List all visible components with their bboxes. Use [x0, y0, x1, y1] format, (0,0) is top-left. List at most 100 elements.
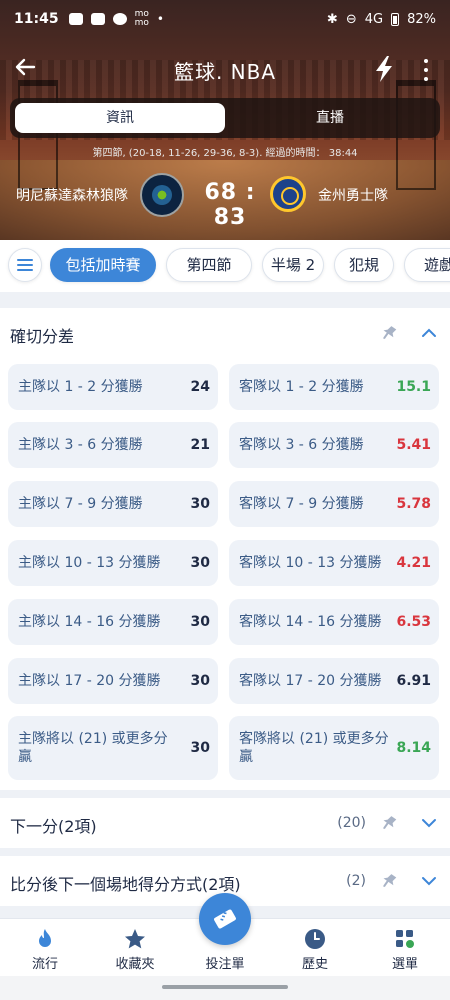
dnd-icon: ⊖: [345, 11, 357, 27]
odds-button[interactable]: 客隊以 10 - 13 分獲勝 4.21: [229, 540, 439, 586]
selection-label: 客隊以 17 - 20 分獲勝: [239, 673, 382, 689]
odds-value: 5.78: [396, 496, 431, 512]
market-title: 比分後下一個場地得分方式(2項): [10, 875, 241, 894]
app-icon: [90, 13, 105, 25]
signal-icon: 4G: [364, 11, 384, 27]
nav-label: 流行: [31, 957, 58, 972]
odds-value: 8.14: [396, 740, 431, 756]
score: 68 : 83: [204, 180, 256, 230]
selection-label: 客隊以 10 - 13 分獲勝: [239, 555, 382, 571]
selection-label: 客隊以 3 - 6 分獲勝: [239, 437, 364, 453]
odds-value: 30: [190, 740, 210, 756]
odds-value: 15.1: [396, 379, 431, 395]
fire-icon: [33, 927, 57, 951]
warriors-logo-icon: [270, 176, 306, 212]
dot-icon: •: [156, 12, 164, 26]
selection-label: 主隊以 7 - 9 分獲勝: [18, 496, 143, 512]
home-team-name: 明尼蘇達森林狼隊: [16, 188, 128, 204]
selection-label: 客隊將以 (21) 或更多分贏: [239, 731, 389, 765]
market-count: (20): [337, 815, 366, 831]
match-period-info: 第四節, (20-18, 11-26, 29-36, 8-3). 經過的時間： …: [92, 148, 358, 159]
nav-popular[interactable]: 流行: [0, 919, 90, 977]
chevron-down-icon[interactable]: [420, 814, 438, 832]
odds-value: 30: [190, 496, 210, 512]
odds-value: 6.53: [396, 614, 431, 630]
selection-label: 主隊以 1 - 2 分獲勝: [18, 379, 143, 395]
odds-button[interactable]: 主隊以 1 - 2 分獲勝 24: [8, 364, 218, 410]
nav-label: 選單: [391, 957, 418, 972]
momo-icon: mo mo: [134, 9, 149, 28]
chevron-down-icon[interactable]: [420, 872, 438, 890]
odds-value: 30: [190, 614, 210, 630]
odds-button[interactable]: 客隊以 7 - 9 分獲勝 5.78: [229, 481, 439, 527]
odds-button[interactable]: 客隊以 14 - 16 分獲勝 6.53: [229, 599, 439, 645]
selection-label: 客隊以 1 - 2 分獲勝: [239, 379, 364, 395]
chevron-up-icon[interactable]: [420, 324, 438, 342]
odds-button[interactable]: 主隊以 3 - 6 分獲勝 21: [8, 422, 218, 468]
circle-icon: [112, 13, 127, 25]
status-bar: 11:45 mo mo • ✱ ⊖ 4G 82%: [0, 0, 450, 38]
ticket-icon: [212, 906, 238, 936]
odds-button[interactable]: 客隊以 3 - 6 分獲勝 5.41: [229, 422, 439, 468]
lightning-icon[interactable]: [370, 54, 398, 84]
away-team-name: 金州勇士隊: [318, 188, 388, 204]
filter-chip-q4[interactable]: 第四節: [166, 248, 252, 282]
odds-value: 5.41: [396, 437, 431, 453]
odds-button[interactable]: 客隊將以 (21) 或更多分贏 8.14: [229, 716, 439, 780]
filter-chip-half2[interactable]: 半場 2: [262, 248, 324, 282]
filter-chip-overtime[interactable]: 包括加時賽: [50, 248, 156, 282]
timberwolves-logo-icon: [140, 173, 184, 217]
clock-icon: [303, 927, 327, 951]
filter-chip-game[interactable]: 遊戲: [404, 248, 450, 282]
system-icons: ✱ ⊖ 4G 82%: [327, 12, 436, 27]
battery-level: 82%: [407, 11, 436, 27]
betslip-fab[interactable]: [199, 893, 251, 945]
market-exact-margin: 確切分差 主隊以 1 - 2 分獲勝 24 客隊以 1 - 2 分獲勝 15.1…: [0, 308, 450, 790]
market-title: 下一分(2項): [10, 817, 97, 836]
status-time: 11:45: [14, 11, 59, 27]
nav-menu[interactable]: 選單: [360, 919, 450, 977]
pin-icon[interactable]: [380, 324, 398, 342]
chat-icon: [68, 13, 83, 25]
odds-value: 6.91: [396, 673, 431, 689]
scoreboard: 明尼蘇達森林狼隊 68 : 83 金州勇士隊: [0, 170, 450, 230]
gesture-bar: [0, 976, 450, 1000]
odds-button[interactable]: 客隊以 17 - 20 分獲勝 6.91: [229, 658, 439, 704]
list-filter-button[interactable]: [8, 248, 42, 282]
pin-icon[interactable]: [380, 872, 398, 890]
pin-icon[interactable]: [380, 814, 398, 832]
battery-icon: [391, 12, 400, 26]
selection-label: 主隊將以 (21) 或更多分贏: [18, 731, 168, 765]
market-filter-bar: 包括加時賽 第四節 半場 2 犯規 遊戲: [0, 240, 450, 292]
odds-value: 4.21: [396, 555, 431, 571]
odds-value: 30: [190, 673, 210, 689]
market-count: (2): [346, 873, 366, 889]
odds-button[interactable]: 主隊以 14 - 16 分獲勝 30: [8, 599, 218, 645]
view-tabs: 資訊 直播: [10, 98, 440, 138]
notification-icons: mo mo •: [68, 9, 164, 28]
bluetooth-icon: ✱: [326, 11, 338, 27]
tab-live[interactable]: 直播: [225, 103, 435, 133]
nav-label: 歷史: [301, 957, 328, 972]
odds-button[interactable]: 主隊以 7 - 9 分獲勝 30: [8, 481, 218, 527]
tab-info[interactable]: 資訊: [15, 103, 225, 133]
odds-button[interactable]: 主隊將以 (21) 或更多分贏 30: [8, 716, 218, 780]
nav-history[interactable]: 歷史: [270, 919, 360, 977]
selection-label: 客隊以 14 - 16 分獲勝: [239, 614, 382, 630]
market-header[interactable]: 確切分差: [0, 308, 450, 360]
selection-label: 主隊以 3 - 6 分獲勝: [18, 437, 143, 453]
odds-button[interactable]: 主隊以 17 - 20 分獲勝 30: [8, 658, 218, 704]
market-next-point[interactable]: 下一分(2項) (20): [0, 798, 450, 848]
selection-label: 主隊以 10 - 13 分獲勝: [18, 555, 161, 571]
odds-value: 24: [190, 379, 210, 395]
filter-chip-fouls[interactable]: 犯規: [334, 248, 394, 282]
title-bar: 籃球. NBA: [0, 48, 450, 92]
odds-value: 30: [190, 555, 210, 571]
market-title: 確切分差: [10, 327, 75, 346]
selection-label: 主隊以 17 - 20 分獲勝: [18, 673, 161, 689]
nav-favorites[interactable]: 收藏夾: [90, 919, 180, 977]
odds-button[interactable]: 主隊以 10 - 13 分獲勝 30: [8, 540, 218, 586]
more-menu-icon[interactable]: [416, 56, 436, 84]
selection-label: 客隊以 7 - 9 分獲勝: [239, 496, 364, 512]
odds-button[interactable]: 客隊以 1 - 2 分獲勝 15.1: [229, 364, 439, 410]
